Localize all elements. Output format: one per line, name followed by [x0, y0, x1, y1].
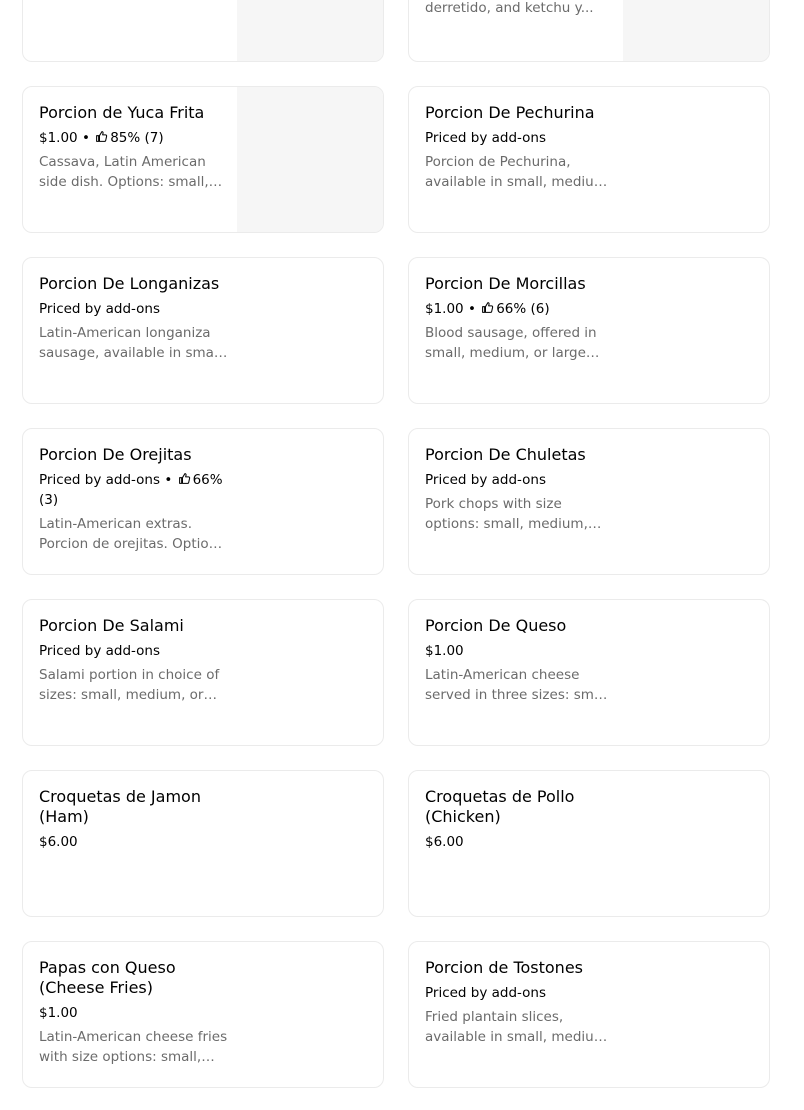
item-price-row: $1.00 • 66% (6)	[425, 299, 615, 319]
item-content: Porcion De Morcillas $1.00 • 66% (6) Blood…	[425, 274, 615, 363]
item-title: Porcion de Yuca Frita	[39, 103, 205, 122]
menu-item-card[interactable]: Porcion De Morcillas $1.00 • 66% (6) Blood…	[408, 257, 770, 404]
item-price-row: $1.00 • 85% (7)	[39, 128, 229, 148]
item-description: Cassava, Latin American side dish. Optio…	[39, 154, 209, 190]
separator-dot: •	[463, 301, 481, 317]
item-content: Papas con Queso (Cheese Fries) $1.00 Latin…	[39, 958, 229, 1067]
item-title: Porcion De Morcillas	[425, 274, 586, 293]
item-description: Latin-American extras. Porcion de orejit…	[39, 516, 229, 552]
menu-item-card[interactable]: Croquetas de Jamon (Ham) $6.00	[22, 770, 384, 917]
item-content: Croquetas de Jamon (Ham) $6.00	[39, 787, 229, 852]
item-price-row: Priced by add-ons	[39, 299, 229, 319]
thumbs-up-icon	[96, 131, 108, 142]
item-price: Priced by add-ons	[39, 643, 161, 659]
item-title: Croquetas de Pollo (Chicken)	[425, 787, 575, 826]
item-price-row: $1.00	[39, 1003, 229, 1023]
rating-icon-wrap	[177, 472, 193, 488]
item-rating: 85% (7)	[110, 130, 164, 146]
item-content: Porcion De Salami Priced by add-ons Salami…	[39, 616, 229, 705]
item-price-row: Priced by add-ons • 66% (3)	[39, 470, 229, 510]
item-title: Porcion de Tostones	[425, 958, 583, 977]
item-price: Priced by add-ons	[425, 472, 547, 488]
menu-item-card[interactable]: Croquetas de Pollo (Chicken) $6.00	[408, 770, 770, 917]
item-price-row: $6.00	[39, 832, 229, 852]
item-title: Porcion De Orejitas	[39, 445, 192, 464]
item-description: Latin-American longaniza sausage, availa…	[39, 325, 226, 361]
item-content: Porcion De Orejitas Priced by add-ons • 6…	[39, 445, 229, 554]
item-price: $1.00	[425, 643, 464, 659]
menu-item-card[interactable]: Porcion De Pechurina Priced by add-ons Por…	[408, 86, 770, 233]
item-rating: 66% (6)	[496, 301, 550, 317]
item-title: Porcion De Pechurina	[425, 103, 595, 122]
menu-item-card[interactable]: Papas con Queso (Cheese Fries) $1.00 Latin…	[22, 941, 384, 1088]
item-description: Papas, salchichas, queso derretido, and …	[425, 0, 594, 16]
item-price: Priced by add-ons	[39, 472, 161, 488]
item-price-row: Priced by add-ons	[425, 983, 615, 1003]
item-price: $1.00	[425, 301, 464, 317]
item-price: $1.00	[39, 1005, 78, 1021]
item-price: $6.00	[425, 834, 464, 850]
item-description: Latin-American cheese fries with size op…	[39, 1029, 228, 1065]
item-description: Pork chops with size options: small, med…	[425, 496, 588, 532]
item-title: Papas con Queso (Cheese Fries)	[39, 958, 176, 997]
item-content: Croquetas de Pollo (Chicken) $6.00	[425, 787, 615, 852]
item-content: Papas, salchichas, queso derretido, and …	[425, 0, 615, 18]
item-price: Priced by add-ons	[39, 301, 161, 317]
item-title: Porcion De Chuletas	[425, 445, 586, 464]
separator-dot: •	[77, 130, 95, 146]
item-price: $6.00	[39, 834, 78, 850]
item-title: Porcion De Queso	[425, 616, 567, 635]
menu-item-card[interactable]: Porcion de Yuca Frita $1.00 • 85% (7) Cass…	[22, 86, 384, 233]
menu-item-card[interactable]: Porcion De Longanizas Priced by add-ons La…	[22, 257, 384, 404]
item-price: Priced by add-ons	[425, 985, 547, 1001]
menu-item-card[interactable]: Papas, salchichas, queso derretido, and …	[408, 0, 770, 62]
thumbs-up-icon	[482, 302, 494, 313]
item-image-placeholder	[623, 0, 769, 61]
item-description: Latin-American cheese served in three si…	[425, 667, 614, 703]
item-description: Fried plantain slices, available in smal…	[425, 1009, 612, 1045]
thumbs-up-icon	[178, 473, 190, 484]
item-image-placeholder	[237, 0, 383, 61]
item-price-row: Priced by add-ons	[39, 641, 229, 661]
item-price-row: $6.00	[425, 832, 615, 852]
rating-icon-wrap	[480, 301, 496, 317]
item-price-row: $1.00	[425, 641, 615, 661]
item-price: Priced by add-ons	[425, 130, 547, 146]
separator-dot: •	[160, 472, 177, 488]
menu-item-card[interactable]: Porcion De Queso $1.00 Latin-American chee…	[408, 599, 770, 746]
rating-icon-wrap	[94, 130, 110, 146]
menu-item-card[interactable]: Porcion De Orejitas Priced by add-ons • 6…	[22, 428, 384, 575]
menu-item-card[interactable]: Porcion De Chuletas Priced by add-ons Pork…	[408, 428, 770, 575]
item-image-placeholder	[237, 87, 383, 232]
item-content: Porcion De Longanizas Priced by add-ons La…	[39, 274, 229, 363]
item-content: Porcion De Chuletas Priced by add-ons Pork…	[425, 445, 615, 534]
item-content: Porcion De Pechurina Priced by add-ons Por…	[425, 103, 615, 192]
item-description: Porcion de Pechurina, available in small…	[425, 154, 612, 190]
item-price: $1.00	[39, 130, 78, 146]
item-content: Porcion De Queso $1.00 Latin-American chee…	[425, 616, 615, 705]
item-price-row: Priced by add-ons	[425, 128, 615, 148]
menu-item-card[interactable]: Porcion de Tostones Priced by add-ons Frie…	[408, 941, 770, 1088]
menu-item-card[interactable]: Porcion De Salami Priced by add-ons Salami…	[22, 599, 384, 746]
item-title: Croquetas de Jamon (Ham)	[39, 787, 201, 826]
item-title: Porcion De Longanizas	[39, 274, 220, 293]
item-price-row: Priced by add-ons	[425, 470, 615, 490]
item-content: Porcion de Yuca Frita $1.00 • 85% (7) Cass…	[39, 103, 229, 192]
menu-item-card[interactable]	[22, 0, 384, 62]
item-content: Porcion de Tostones Priced by add-ons Frie…	[425, 958, 615, 1047]
item-description: Salami portion in choice of sizes: small…	[39, 667, 220, 703]
item-title: Porcion De Salami	[39, 616, 184, 635]
item-description: Blood sausage, offered in small, medium,…	[425, 325, 597, 361]
